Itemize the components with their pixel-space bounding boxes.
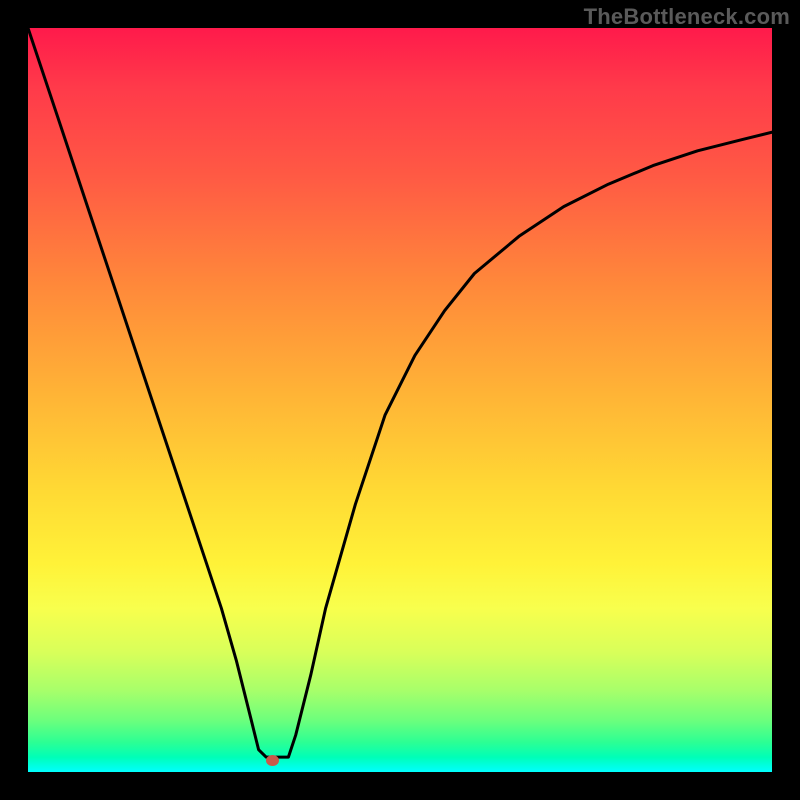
bottleneck-curve [28,28,772,772]
chart-frame: TheBottleneck.com [0,0,800,800]
chart-plot-area [28,28,772,772]
watermark-label: TheBottleneck.com [584,4,790,30]
bottleneck-marker [266,755,279,766]
